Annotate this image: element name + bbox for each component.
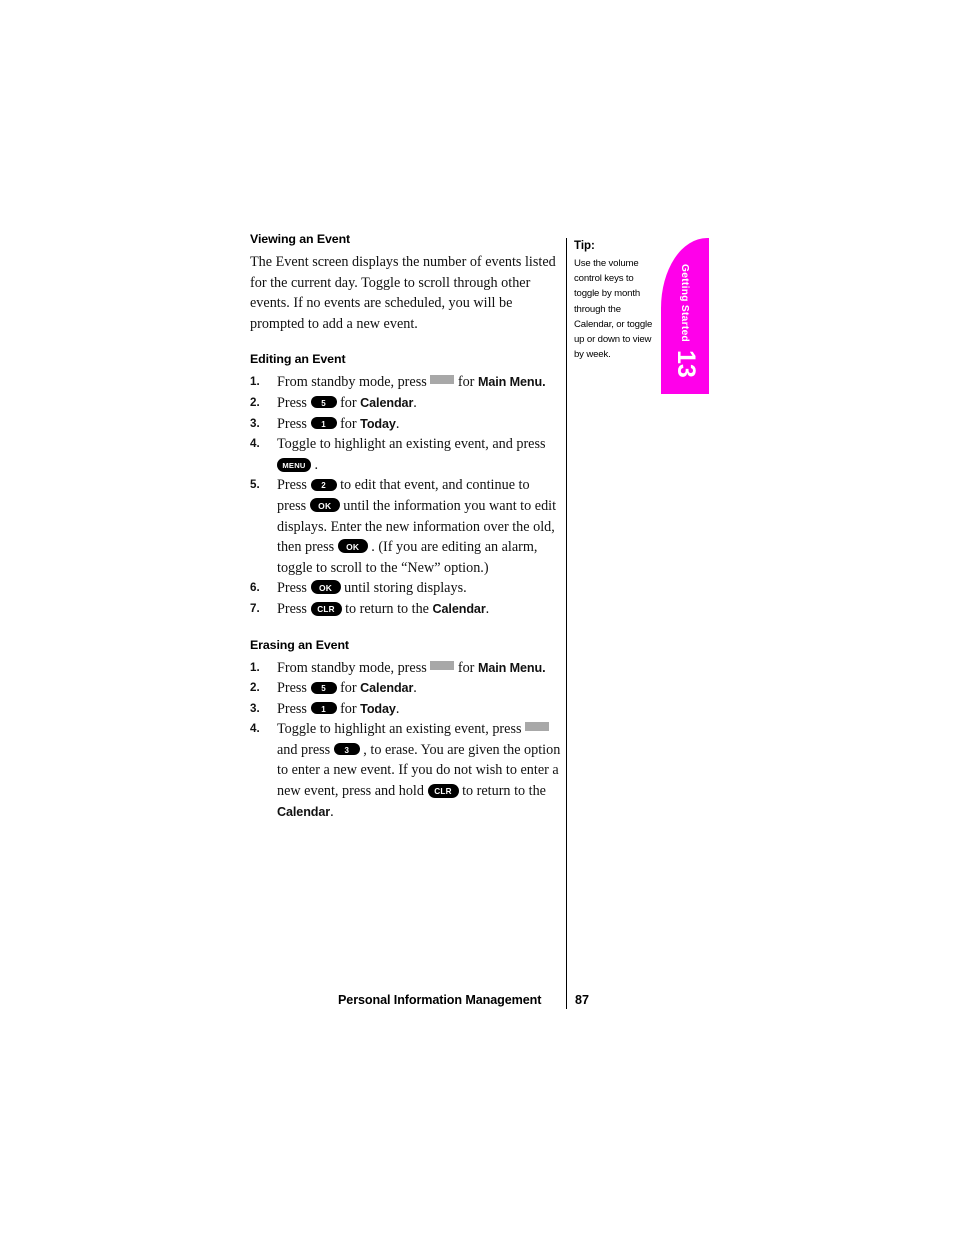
bold-term: Calendar	[277, 804, 331, 819]
step-text: .	[314, 456, 319, 473]
step-text: Press	[277, 680, 307, 697]
bold-term: Today	[360, 701, 396, 716]
step-item: 3. Press 1 for Today.	[250, 414, 562, 435]
step-text: for	[340, 415, 357, 432]
key-menu-icon: MENU	[277, 457, 311, 472]
heading-viewing-an-event: Viewing an Event	[250, 232, 351, 246]
soft-key-icon	[525, 722, 550, 732]
step-text: Press	[277, 415, 307, 432]
bold-term: Main Menu.	[477, 375, 546, 390]
step-item: 6. Press OK until storing displays.	[250, 578, 562, 599]
step-number: 6.	[250, 581, 260, 595]
tip-body-text: Use the volume control keys to toggle by…	[574, 258, 653, 361]
step-text: Press	[277, 477, 307, 494]
step-text: Press	[277, 580, 307, 597]
tip-sidebar: Tip: Use the volume control keys to togg…	[574, 240, 660, 362]
key-ok-icon: OK	[310, 580, 341, 595]
soft-key-icon	[430, 375, 455, 385]
main-text-column: Viewing an Event The Event screen displa…	[250, 232, 562, 822]
step-text: Press	[277, 600, 307, 617]
step-text: for	[457, 659, 475, 676]
key-1-icon: 1	[310, 702, 337, 715]
step-text: until storing displays.	[344, 580, 467, 597]
step-text: From standby mode, press	[277, 659, 427, 676]
footer-divider	[566, 992, 567, 1009]
page-footer: Personal Information Management 87	[338, 992, 598, 1013]
step-text: .	[395, 700, 400, 717]
bold-term: Today	[360, 416, 396, 431]
step-item: 4. Toggle to highlight an existing event…	[250, 719, 562, 822]
bold-term: Calendar	[360, 681, 414, 696]
key-clr-icon: CLR	[427, 783, 459, 798]
step-text: to return to the	[345, 600, 429, 617]
chapter-thumb-tab: Getting Started 13	[661, 238, 709, 394]
step-text: .	[485, 600, 490, 617]
key-ok-icon: OK	[309, 497, 340, 512]
step-text: .	[413, 680, 417, 697]
step-text: for	[340, 700, 357, 717]
step-number: 7.	[250, 601, 260, 615]
step-text: for	[457, 374, 475, 391]
step-text: and press	[277, 741, 331, 758]
footer-page-number: 87	[575, 993, 590, 1007]
editing-an-event-steps: 1. From standby mode, press for Main Men…	[250, 372, 562, 619]
heading-erasing-an-event: Erasing an Event	[250, 637, 349, 652]
step-number: 1.	[250, 660, 260, 674]
key-5-icon: 5	[310, 396, 337, 409]
step-item: 3. Press 1 for Today.	[250, 699, 562, 720]
viewing-an-event-paragraph: The Event screen displays the number of …	[250, 254, 556, 332]
step-number: 4.	[250, 722, 260, 736]
step-item: 1. From standby mode, press for Main Men…	[250, 372, 562, 393]
step-text: .	[330, 803, 334, 820]
key-clr-icon: CLR	[310, 601, 342, 616]
step-text: for	[340, 394, 357, 411]
step-text: Toggle to highlight an existing event, p…	[277, 721, 522, 738]
footer-section-title: Personal Information Management	[338, 993, 542, 1007]
heading-editing-an-event: Editing an Event	[250, 352, 346, 367]
step-item: 4. Toggle to highlight an existing event…	[250, 434, 562, 475]
bold-term: Calendar	[432, 601, 486, 616]
bold-term: Main Menu.	[477, 660, 546, 675]
step-number: 3.	[250, 701, 260, 715]
step-text: Press	[277, 394, 307, 411]
key-ok-icon: OK	[337, 539, 368, 554]
key-5-icon: 5	[310, 681, 337, 694]
key-2-icon: 2	[310, 478, 337, 491]
soft-key-icon	[430, 660, 455, 670]
step-text: From standby mode, press	[277, 374, 427, 391]
step-text: Press	[277, 700, 307, 717]
step-number: 2.	[250, 681, 260, 695]
step-number: 5.	[250, 478, 260, 492]
manual-page: Viewing an Event The Event screen displa…	[0, 0, 954, 1235]
chapter-thumb-tab-inner: Getting Started 13	[661, 238, 709, 394]
tip-label: Tip:	[574, 240, 595, 252]
step-number: 1.	[250, 375, 260, 389]
step-item: 7. Press CLR to return to the Calendar.	[250, 599, 562, 620]
step-text: for	[340, 680, 357, 697]
step-number: 3.	[250, 416, 260, 430]
key-1-icon: 1	[310, 417, 337, 430]
chapter-tab-number: 13	[672, 350, 700, 378]
step-text: Toggle to highlight an existing event, a…	[277, 436, 546, 453]
step-number: 2.	[250, 395, 260, 409]
erasing-an-event-steps: 1. From standby mode, press for Main Men…	[250, 658, 562, 823]
step-text: to return to the	[462, 783, 546, 800]
key-3-icon: 3	[333, 743, 360, 756]
step-text: .	[413, 394, 417, 411]
step-item: 1. From standby mode, press for Main Men…	[250, 658, 562, 679]
step-item: 2. Press 5 for Calendar.	[250, 393, 562, 414]
chapter-tab-label: Getting Started	[679, 264, 690, 343]
step-item: 2. Press 5 for Calendar.	[250, 678, 562, 699]
bold-term: Calendar	[360, 395, 414, 410]
step-text: .	[395, 415, 400, 432]
step-number: 4.	[250, 437, 260, 451]
column-divider-rule	[566, 238, 567, 1005]
step-item: 5. Press 2 to edit that event, and conti…	[250, 475, 562, 578]
